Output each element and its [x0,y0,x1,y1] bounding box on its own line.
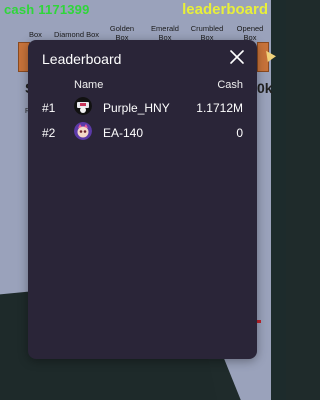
red-marker [257,320,261,323]
player-name: Purple_HNY [103,101,170,115]
player-name: EA-140 [103,126,144,140]
cat-avatar-icon [74,122,92,140]
rank-label: #1 [42,101,56,115]
game-edge-strip [271,0,286,400]
rank-label: #2 [42,126,56,140]
leaderboard-row: #2 EA-140 0 [28,122,257,144]
leaderboard-title: Leaderboard [42,51,122,67]
player-cash: 1.1712M [196,101,243,115]
diamond-box-label: Diamond Box [54,30,100,39]
name-column-header: Name [74,79,104,91]
penguin-avatar-icon [74,97,92,115]
close-icon[interactable] [228,48,246,66]
player-cash: 0 [236,126,243,140]
right-side-text: 0k [257,80,273,96]
leaderboard-row: #1 Purple_HNY 1.1712M [28,97,257,119]
cash-column-header: Cash [217,79,243,91]
cash-counter: cash 1171399 [4,2,90,17]
leaderboard-toggle[interactable]: leaderboard [182,1,268,18]
leaderboard-modal: Leaderboard Name Cash #1 Purple_HNY 1.17… [28,40,257,359]
box-label: Box [29,30,42,39]
